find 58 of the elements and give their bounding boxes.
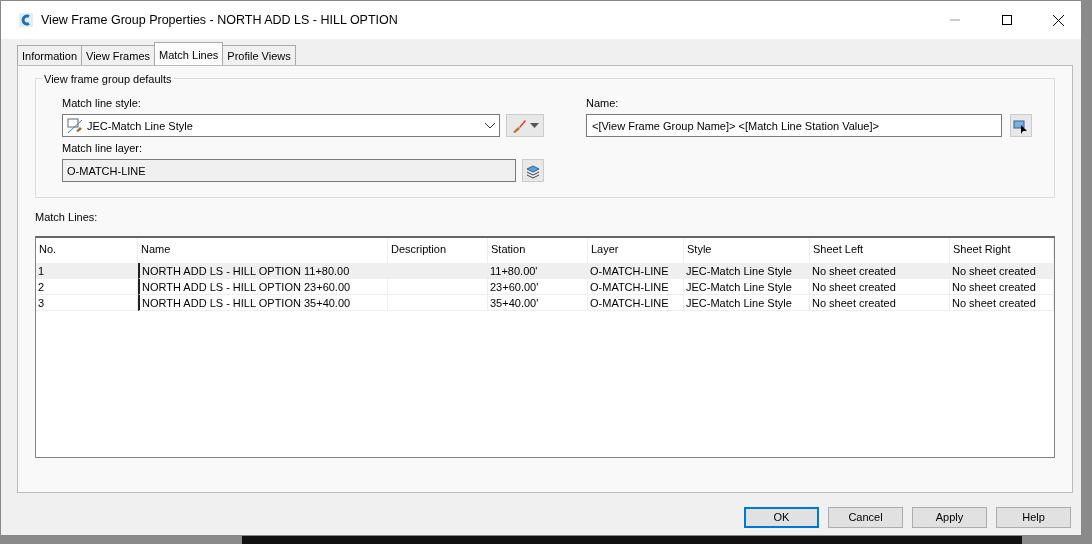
tab[interactable]: Information (17, 45, 83, 65)
table-cell: No sheet created (810, 294, 950, 311)
edit-style-button[interactable] (505, 114, 544, 138)
chevron-icon (485, 122, 495, 129)
column-header[interactable]: Style (684, 237, 810, 263)
tab[interactable]: Profile Views (222, 45, 296, 65)
table-cell: 35+40.00' (488, 294, 588, 311)
table-cell: No sheet created (810, 262, 950, 279)
table-cell: No sheet created (950, 262, 1054, 279)
dialog-button[interactable]: Help (996, 507, 1071, 528)
table-cell: JEC-Match Line Style (684, 294, 810, 311)
column-header[interactable]: Name (138, 237, 388, 263)
table-cell: 11+80.00' (488, 262, 588, 279)
table-cell: O-MATCH-LINE (588, 294, 684, 311)
column-header[interactable]: Sheet Right (950, 237, 1054, 263)
close-icon (1052, 14, 1064, 26)
table-cell: JEC-Match Line Style (684, 278, 810, 295)
field-label: Match line style: (62, 96, 142, 111)
dialog-button[interactable]: OK (744, 507, 819, 528)
style-dropdown[interactable]: JEC-Match Line Style (62, 114, 500, 138)
table-cell: 1 (36, 262, 138, 279)
table-row[interactable]: 3 NORTH ADD LS - HILL OPTION 35+40.00 35+40.00' O-MATCH-LINE JEC-Match Line Style No sheet created No sheet created (36, 294, 1054, 311)
column-header[interactable]: Description (388, 237, 488, 263)
table-row[interactable]: 1 NORTH ADD LS - HILL OPTION 11+80.00 11+80.00' O-MATCH-LINE JEC-Match Line Style No sheet created No sheet created (36, 262, 1054, 279)
table-cell: NORTH ADD LS - HILL OPTION 35+40.00 (138, 294, 388, 311)
table-cell: O-MATCH-LINE (588, 278, 684, 295)
table-cell: No sheet created (950, 294, 1054, 311)
column-header[interactable]: Sheet Left (810, 237, 950, 263)
dialog-button[interactable]: Apply (912, 507, 987, 528)
maximize-icon (1001, 15, 1012, 25)
style-icon (67, 117, 83, 134)
window-title: View Frame Group Properties - NORTH ADD LS - HILL OPTION (41, 11, 398, 29)
table-cell: O-MATCH-LINE (588, 262, 684, 279)
name-field[interactable]: <[View Frame Group Name]> <[Match Line Station Value]> (586, 114, 1002, 138)
template-cursor-icon (1013, 117, 1030, 134)
layer-field: O-MATCH-LINE (62, 159, 516, 183)
dropdown-value: JEC-Match Line Style (87, 118, 193, 134)
table-row[interactable]: 2 NORTH ADD LS - HILL OPTION 23+60.00 23+60.00' O-MATCH-LINE JEC-Match Line Style No sheet created No sheet created (36, 278, 1054, 295)
layer-button[interactable] (521, 159, 544, 183)
caret-icon (529, 123, 539, 129)
table-cell: NORTH ADD LS - HILL OPTION 11+80.00 (138, 262, 388, 279)
column-header[interactable]: Layer (588, 237, 684, 263)
field-label: Name: (586, 96, 620, 111)
column-header[interactable]: No. (36, 237, 138, 263)
table-cell: 2 (36, 278, 138, 295)
table-cell: 3 (36, 294, 138, 311)
column-header[interactable]: Station (488, 237, 588, 263)
table-cell: No sheet created (950, 278, 1054, 295)
table-cell: JEC-Match Line Style (684, 262, 810, 279)
field-label: Match line layer: (62, 141, 144, 156)
section-label: Match Lines: (35, 210, 99, 225)
name-template-button[interactable] (1010, 114, 1033, 138)
app-icon (19, 13, 33, 27)
table-cell: 23+60.00' (488, 278, 588, 295)
table-cell: NORTH ADD LS - HILL OPTION 23+60.00 (138, 278, 388, 295)
table-cell: No sheet created (810, 278, 950, 295)
dialog-button[interactable]: Cancel (828, 507, 903, 528)
tab[interactable]: Match Lines (154, 42, 224, 65)
